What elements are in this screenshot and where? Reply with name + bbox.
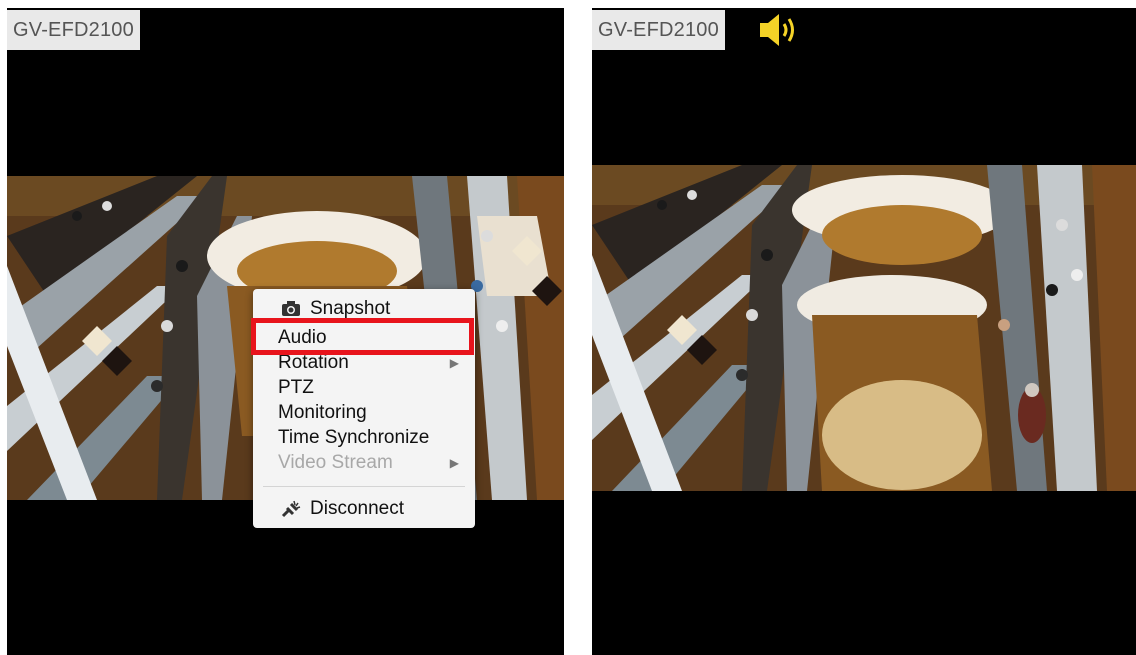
video-feed[interactable] (592, 165, 1136, 491)
menu-item-ptz[interactable]: PTZ (253, 376, 475, 400)
right-camera-view[interactable]: GV-EFD2100 (592, 8, 1136, 655)
menu-item-audio[interactable]: Audio (253, 326, 475, 350)
context-menu: Snapshot Audio Rotation ▶ PTZ Monitoring… (253, 289, 475, 528)
submenu-arrow-icon: ▶ (449, 356, 459, 370)
menu-item-disconnect[interactable]: Disconnect (253, 497, 475, 521)
camera-icon (282, 301, 300, 316)
left-camera-view[interactable]: GV-EFD2100 Snapshot Audio Rotation ▶ PTZ… (7, 8, 564, 655)
menu-item-rotation[interactable]: Rotation ▶ (253, 351, 475, 375)
camera-label: GV-EFD2100 (7, 10, 140, 50)
menu-item-monitoring[interactable]: Monitoring (253, 401, 475, 425)
speaker-icon[interactable] (757, 10, 803, 50)
menu-item-video-stream: Video Stream ▶ (278, 452, 459, 473)
mall-scene-image (592, 165, 1136, 491)
camera-label: GV-EFD2100 (592, 10, 725, 50)
menu-item-snapshot[interactable]: Snapshot (253, 297, 475, 321)
menu-separator (263, 486, 465, 487)
submenu-arrow-icon: ▶ (449, 456, 459, 470)
menu-item-time-synchronize[interactable]: Time Synchronize (253, 426, 475, 450)
disconnect-icon (281, 500, 301, 518)
